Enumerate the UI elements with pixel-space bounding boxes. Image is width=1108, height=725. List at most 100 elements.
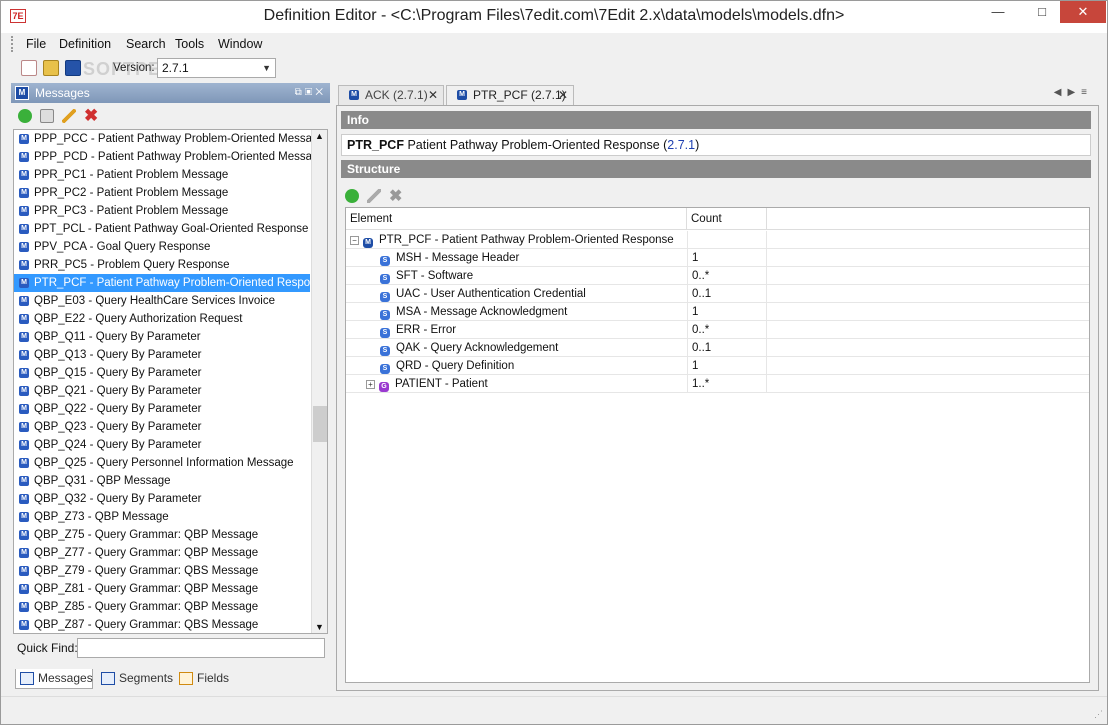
panel-window-buttons[interactable]: ⧉▣✕ — [295, 83, 326, 103]
tab-messages[interactable]: Messages — [15, 669, 93, 689]
structure-header: Structure — [341, 160, 1091, 178]
scroll-thumb[interactable] — [313, 406, 327, 442]
open-folder-icon[interactable] — [43, 60, 59, 76]
list-item[interactable]: M QBP_Q11 - Query By Parameter — [14, 328, 310, 346]
message-icon: M — [349, 90, 359, 100]
list-item[interactable]: M QBP_Z79 - Query Grammar: QBS Message — [14, 562, 310, 580]
messages-scrollbar[interactable]: ▲ ▼ — [311, 130, 327, 633]
edit-pencil-icon[interactable] — [367, 189, 381, 203]
column-count[interactable]: Count — [687, 208, 767, 230]
tab-navigation-icons[interactable]: ◀▶≡ — [1054, 87, 1093, 98]
definition-editor-window: 7E Definition Editor - <C:\Program Files… — [0, 0, 1108, 725]
list-item[interactable]: M PPT_PCL - Patient Pathway Goal-Oriented… — [14, 220, 310, 238]
menu-file[interactable]: File — [26, 37, 46, 51]
element-label: UAC - User Authentication Credential — [396, 288, 586, 300]
list-item[interactable]: M QBP_Z77 - Query Grammar: QBP Message — [14, 544, 310, 562]
column-element[interactable]: Element — [346, 208, 687, 230]
list-item-label: QBP_Q22 - Query By Parameter — [34, 403, 202, 415]
messages-panel: M Messages ⧉▣✕ ✖ M QBP_Z87 - Query Gramma… — [11, 83, 330, 691]
list-item[interactable]: M QBP_Z75 - Query Grammar: QBP Message — [14, 526, 310, 544]
scroll-down-icon[interactable]: ▼ — [315, 622, 324, 632]
list-item[interactable]: M QBP_Z73 - QBP Message — [14, 508, 310, 526]
maximize-button[interactable]: □ — [1027, 1, 1057, 23]
info-box: PTR_PCF Patient Pathway Problem-Oriented… — [341, 134, 1091, 156]
structure-root-row[interactable]: − M PTR_PCF - Patient Pathway Problem-Orie… — [346, 231, 1089, 249]
scroll-up-icon[interactable]: ▲ — [315, 131, 324, 141]
close-tab-icon[interactable]: ✕ — [428, 86, 438, 104]
list-item-label: PRR_PC5 - Problem Query Response — [34, 259, 230, 271]
close-button[interactable]: ✕ — [1060, 1, 1106, 23]
menu-window[interactable]: Window — [218, 37, 262, 51]
add-icon[interactable] — [18, 109, 32, 123]
save-icon[interactable] — [65, 60, 81, 76]
list-item[interactable]: M QBP_Q23 - Query By Parameter — [14, 418, 310, 436]
list-item[interactable]: M QBP_Z87 - Query Grammar: QBS Message — [14, 616, 310, 633]
expand-icon[interactable]: + — [366, 380, 375, 389]
segments-tab-icon — [101, 672, 115, 685]
list-item[interactable]: M PPP_PCC - Patient Pathway Problem-Orien… — [14, 130, 325, 148]
version-select[interactable]: 2.7.1 ▼ — [157, 58, 276, 78]
structure-row[interactable]: S UAC - User Authentication Credential 0..… — [346, 285, 1089, 303]
structure-row[interactable]: + G PATIENT - Patient 1..* — [346, 375, 1089, 393]
structure-row[interactable]: S SFT - Software 0..* — [346, 267, 1089, 285]
structure-row[interactable]: S MSA - Message Acknowledgment 1 — [346, 303, 1089, 321]
list-item[interactable]: M QBP_Q25 - Query Personnel Information M… — [14, 454, 310, 472]
structure-grid[interactable]: Element Count − M PTR_PCF - Patient Pathwa… — [345, 207, 1090, 683]
delete-icon[interactable]: ✖ — [84, 106, 98, 126]
tab-segments[interactable]: Segments — [97, 669, 173, 689]
tab-fields[interactable]: Fields — [175, 669, 231, 689]
collapse-icon[interactable]: − — [350, 236, 359, 245]
list-item[interactable]: M QBP_Q13 - Query By Parameter — [14, 346, 310, 364]
minimize-button[interactable]: — — [983, 1, 1013, 23]
list-item[interactable]: M QBP_E22 - Query Authorization Request — [14, 310, 310, 328]
message-icon: M — [19, 422, 29, 432]
list-item[interactable]: M PPV_PCA - Goal Query Response — [14, 238, 310, 256]
element-cell: S MSA - Message Acknowledgment — [380, 303, 567, 321]
list-item-label: QBP_Z79 - Query Grammar: QBS Message — [34, 565, 259, 577]
resize-grip-icon[interactable]: ⋰ — [1094, 709, 1103, 720]
list-item-label: QBP_Z85 - Query Grammar: QBP Message — [34, 601, 259, 613]
version-select-value: 2.7.1 — [162, 61, 189, 75]
list-item[interactable]: M PRR_PC5 - Problem Query Response — [14, 256, 310, 274]
list-item[interactable]: M QBP_Z85 - Query Grammar: QBP Message — [14, 598, 310, 616]
structure-row[interactable]: S QRD - Query Definition 1 — [346, 357, 1089, 375]
tab-ack[interactable]: M ACK (2.7.1) ✕ — [338, 85, 444, 105]
menu-definition[interactable]: Definition — [59, 37, 111, 51]
list-item-label: QBP_E22 - Query Authorization Request — [34, 313, 243, 325]
list-item[interactable]: M PPR_PC1 - Patient Problem Message — [14, 166, 310, 184]
list-item[interactable]: M QBP_Q31 - QBP Message — [14, 472, 310, 490]
list-item[interactable]: M QBP_Q21 - Query By Parameter — [14, 382, 310, 400]
structure-toolbar: ✖ — [341, 184, 1091, 208]
menu-search[interactable]: Search — [126, 37, 166, 51]
menu-tools[interactable]: Tools — [175, 37, 204, 51]
list-item[interactable]: M QBP_Q24 - Query By Parameter — [14, 436, 310, 454]
message-icon: M — [19, 134, 29, 144]
list-item[interactable]: M QBP_Z81 - Query Grammar: QBP Message — [14, 580, 310, 598]
messages-list[interactable]: M QBP_Z87 - Query Grammar: QBS Message M QB… — [13, 129, 328, 634]
list-item[interactable]: M QBP_Q32 - Query By Parameter — [14, 490, 310, 508]
edit-pencil-icon[interactable] — [62, 109, 76, 123]
list-item[interactable]: M PPR_PC2 - Patient Problem Message — [14, 184, 310, 202]
close-tab-icon[interactable]: ✕ — [558, 86, 568, 104]
add-icon[interactable] — [345, 189, 359, 203]
list-item-label: PPV_PCA - Goal Query Response — [34, 241, 211, 253]
list-item[interactable]: M QBP_Q22 - Query By Parameter — [14, 400, 310, 418]
list-item[interactable]: M PPP_PCD - Patient Pathway Problem-Orien… — [14, 148, 325, 166]
messages-panel-header: M Messages ⧉▣✕ — [11, 83, 330, 103]
new-file-icon[interactable] — [21, 60, 37, 76]
structure-row[interactable]: S MSH - Message Header 1 — [346, 249, 1089, 267]
list-item[interactable]: M QBP_E03 - Query HealthCare Services Inv… — [14, 292, 310, 310]
message-icon: M — [19, 440, 29, 450]
tab-ptr-pcf[interactable]: M PTR_PCF (2.7.1) ✕ — [446, 85, 574, 105]
copy-icon[interactable] — [40, 109, 54, 123]
list-item[interactable]: M PTR_PCF - Patient Pathway Problem-Orien… — [14, 274, 327, 292]
element-cell: S MSH - Message Header — [380, 249, 519, 267]
structure-row[interactable]: S QAK - Query Acknowledgement 0..1 — [346, 339, 1089, 357]
list-item[interactable]: M QBP_Q15 - Query By Parameter — [14, 364, 310, 382]
delete-icon[interactable]: ✖ — [389, 186, 402, 206]
fields-tab-icon — [179, 672, 193, 685]
quick-find-input[interactable] — [77, 638, 325, 658]
structure-row[interactable]: S ERR - Error 0..* — [346, 321, 1089, 339]
message-icon: M — [19, 458, 29, 468]
list-item[interactable]: M PPR_PC3 - Patient Problem Message — [14, 202, 310, 220]
